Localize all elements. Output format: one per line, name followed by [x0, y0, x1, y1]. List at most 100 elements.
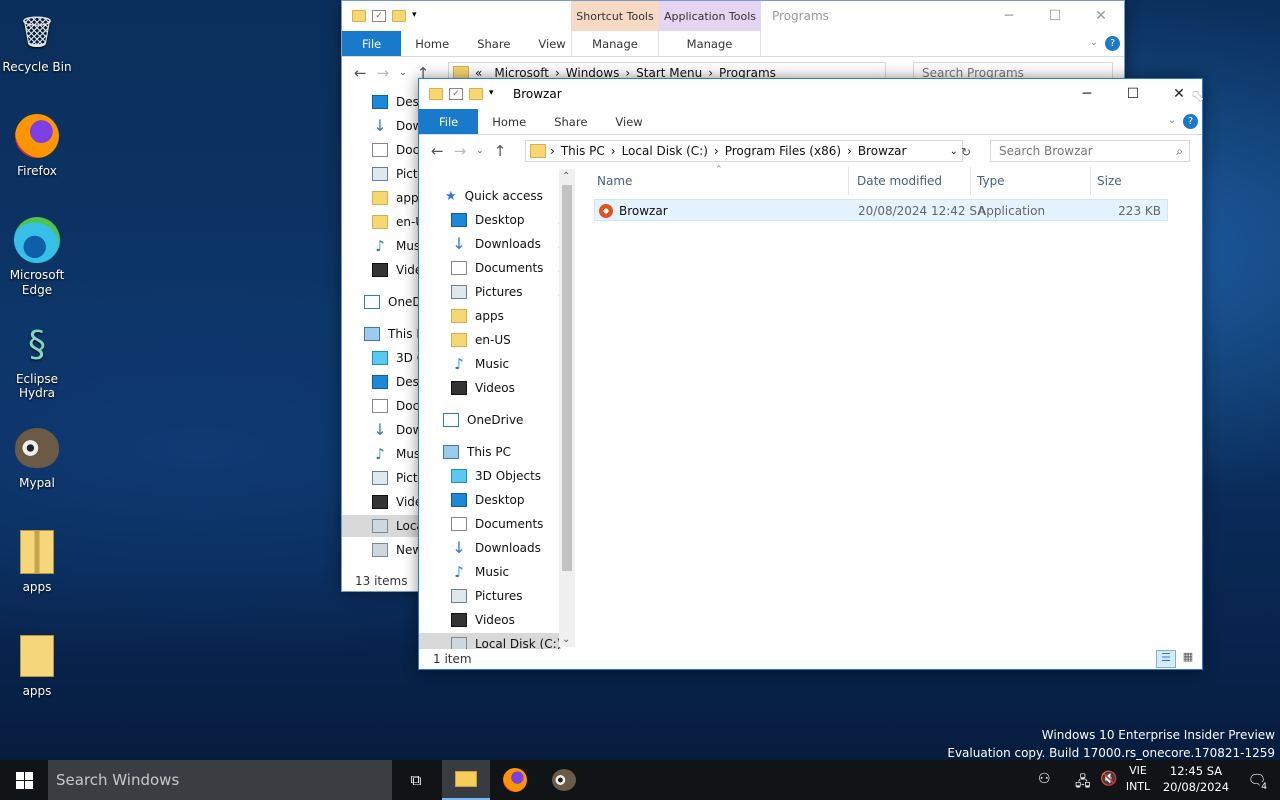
column-header-name[interactable]: Name — [591, 167, 849, 195]
nav-item-desktop[interactable]: Desktop📌 — [451, 209, 575, 231]
breadcrumb-local-disk[interactable]: Local Disk (C:) — [616, 144, 714, 158]
nav-item[interactable]: Vide — [372, 259, 422, 281]
taskbar-firefox[interactable] — [491, 760, 539, 800]
nav-item-desktop-pc[interactable]: Desktop — [451, 489, 525, 511]
nav-item[interactable]: ♪ Mus — [372, 443, 420, 465]
properties-icon[interactable]: ✓ — [449, 88, 463, 100]
breadcrumb-this-pc[interactable]: This PC — [555, 144, 611, 158]
tab-view[interactable]: View — [601, 109, 656, 134]
new-folder-icon[interactable] — [392, 10, 406, 22]
maximize-button[interactable]: ☐ — [1032, 1, 1078, 31]
desktop-icon-firefox[interactable]: Firefox — [0, 112, 74, 178]
tab-file[interactable]: File — [342, 31, 402, 56]
close-button[interactable]: ✕ — [1078, 1, 1124, 31]
tab-share[interactable]: Share — [540, 109, 601, 134]
column-header-date[interactable]: Date modified — [851, 167, 971, 195]
browzar-titlebar[interactable]: ✓ ▾ Browzar ─ ☐ ✕ — [419, 79, 1202, 109]
nav-item[interactable]: apps — [372, 187, 425, 209]
scroll-down-icon[interactable]: ⌄ — [562, 634, 570, 645]
nav-item-music-pc[interactable]: ♪ Music — [451, 561, 509, 583]
taskbar-mypal[interactable] — [540, 760, 588, 800]
recent-icon[interactable]: ⌄ — [476, 146, 484, 156]
tab-file[interactable]: File — [419, 109, 479, 134]
large-icons-view-button[interactable]: ▦ — [1178, 650, 1198, 668]
chevron-down-icon[interactable]: ▾ — [412, 10, 422, 22]
tab-home[interactable]: Home — [401, 31, 463, 56]
tab-manage-shortcut[interactable]: Manage — [571, 31, 659, 56]
taskbar-file-explorer[interactable] — [442, 760, 490, 800]
clock[interactable]: 12:45 SA 20/08/2024 — [1158, 763, 1234, 795]
scroll-thumb[interactable] — [562, 185, 572, 571]
nav-item[interactable]: New — [372, 539, 422, 561]
nav-item-apps[interactable]: apps — [451, 305, 504, 327]
desktop-icon-apps-zip[interactable]: apps — [0, 528, 74, 594]
nav-item[interactable]: ↓ Dow — [372, 419, 422, 441]
chevron-down-icon[interactable]: ⌄ — [1168, 115, 1176, 126]
volume-muted-icon[interactable]: 🔇 — [1100, 771, 1117, 787]
maximize-button[interactable]: ☐ — [1110, 79, 1156, 109]
chevron-down-icon[interactable]: ⌄ — [1090, 37, 1098, 48]
minimize-button[interactable]: ─ — [986, 1, 1032, 31]
scroll-up-icon[interactable]: ⌃ — [562, 171, 570, 182]
nav-item-downloads-pc[interactable]: ↓ Downloads — [451, 537, 541, 559]
nav-item-downloads[interactable]: ↓Downloads📌 — [451, 233, 575, 255]
nav-item-videos[interactable]: Videos — [451, 377, 515, 399]
nav-item[interactable]: Vide — [372, 491, 422, 513]
nav-item[interactable]: en-U — [372, 211, 424, 233]
nav-item-pictures-pc[interactable]: Pictures — [451, 585, 523, 607]
language-indicator[interactable]: VIE INTL — [1122, 763, 1154, 795]
nav-item-selected[interactable]: Loca — [342, 515, 424, 537]
back-icon[interactable]: ← — [354, 64, 367, 82]
taskbar-search-input[interactable]: Search Windows — [48, 760, 392, 800]
minimize-button[interactable]: ─ — [1064, 79, 1110, 109]
breadcrumb-program-files[interactable]: Program Files (x86) — [719, 144, 847, 158]
chevron-down-icon[interactable]: ⌄ — [950, 146, 958, 157]
people-icon[interactable]: ⚇ — [1038, 771, 1051, 787]
application-tools-tab[interactable]: Application Tools — [659, 1, 761, 31]
action-center-button[interactable]: 🗨 4 — [1234, 760, 1280, 800]
nav-item-documents[interactable]: Documents📌 — [451, 257, 575, 279]
desktop-icon-mypal[interactable]: Mypal — [0, 424, 74, 490]
back-icon[interactable]: ← — [431, 142, 444, 160]
new-folder-icon[interactable] — [469, 88, 483, 100]
breadcrumb-browzar[interactable]: Browzar — [852, 144, 913, 158]
browzar-window[interactable]: ✓ ▾ Browzar ─ ☐ ✕ File Home Share View ⌄… — [418, 78, 1203, 670]
network-icon[interactable]: 🖧 — [1075, 771, 1091, 795]
refresh-icon[interactable]: ↻ — [961, 145, 971, 159]
programs-titlebar[interactable]: ✓ ▾ Shortcut Tools Application Tools Pro… — [342, 1, 1124, 31]
desktop-icon-edge[interactable]: Microsoft Edge — [0, 216, 74, 298]
forward-icon[interactable]: → — [377, 64, 390, 82]
column-header-type[interactable]: Type — [971, 167, 1091, 195]
column-header-size[interactable]: Size — [1091, 167, 1171, 195]
nav-item[interactable]: This P — [364, 323, 424, 345]
task-view-button[interactable]: ⧉ — [392, 760, 440, 800]
help-icon[interactable]: ? — [1183, 114, 1198, 129]
shortcut-tools-tab[interactable]: Shortcut Tools — [571, 1, 659, 31]
nav-this-pc[interactable]: This PC — [443, 441, 511, 463]
path-box[interactable]: › This PC › Local Disk (C:) › Program File… — [525, 140, 963, 162]
nav-item-3d-objects[interactable]: 3D Objects — [451, 465, 541, 487]
nav-item[interactable]: ♪ Mus — [372, 235, 420, 257]
nav-item-en-us[interactable]: en-US — [451, 329, 511, 351]
nav-quick-access[interactable]: ★ Quick access — [445, 185, 543, 207]
tab-manage-application[interactable]: Manage — [659, 31, 761, 56]
nav-item-documents-pc[interactable]: Documents — [451, 513, 543, 535]
nav-onedrive[interactable]: OneDrive — [443, 409, 523, 431]
recent-icon[interactable]: ⌄ — [399, 68, 407, 78]
desktop-icon-recycle-bin[interactable]: 🗑 Recycle Bin — [0, 8, 74, 75]
nav-item-pictures[interactable]: Pictures📌 — [451, 281, 575, 303]
help-icon[interactable]: ? — [1105, 36, 1120, 51]
details-view-button[interactable]: ☰ — [1156, 650, 1176, 668]
nav-item[interactable]: ↓ Dow — [372, 115, 422, 137]
desktop-icon-eclipse-hydra[interactable]: § Eclipse Hydra — [0, 320, 74, 401]
start-button[interactable] — [0, 760, 48, 800]
up-icon[interactable]: ↑ — [494, 142, 507, 160]
nav-item-music[interactable]: ♪ Music — [451, 353, 509, 375]
forward-icon[interactable]: → — [454, 142, 467, 160]
desktop-icon-apps-folder[interactable]: apps — [0, 632, 74, 698]
table-row[interactable]: Browzar 20/08/2024 12:42 SA Application … — [594, 199, 1168, 221]
chevron-down-icon[interactable]: ▾ — [489, 88, 499, 100]
nav-scrollbar[interactable]: ⌃ ⌄ — [559, 169, 575, 647]
properties-icon[interactable]: ✓ — [372, 10, 386, 22]
tab-home[interactable]: Home — [478, 109, 540, 134]
